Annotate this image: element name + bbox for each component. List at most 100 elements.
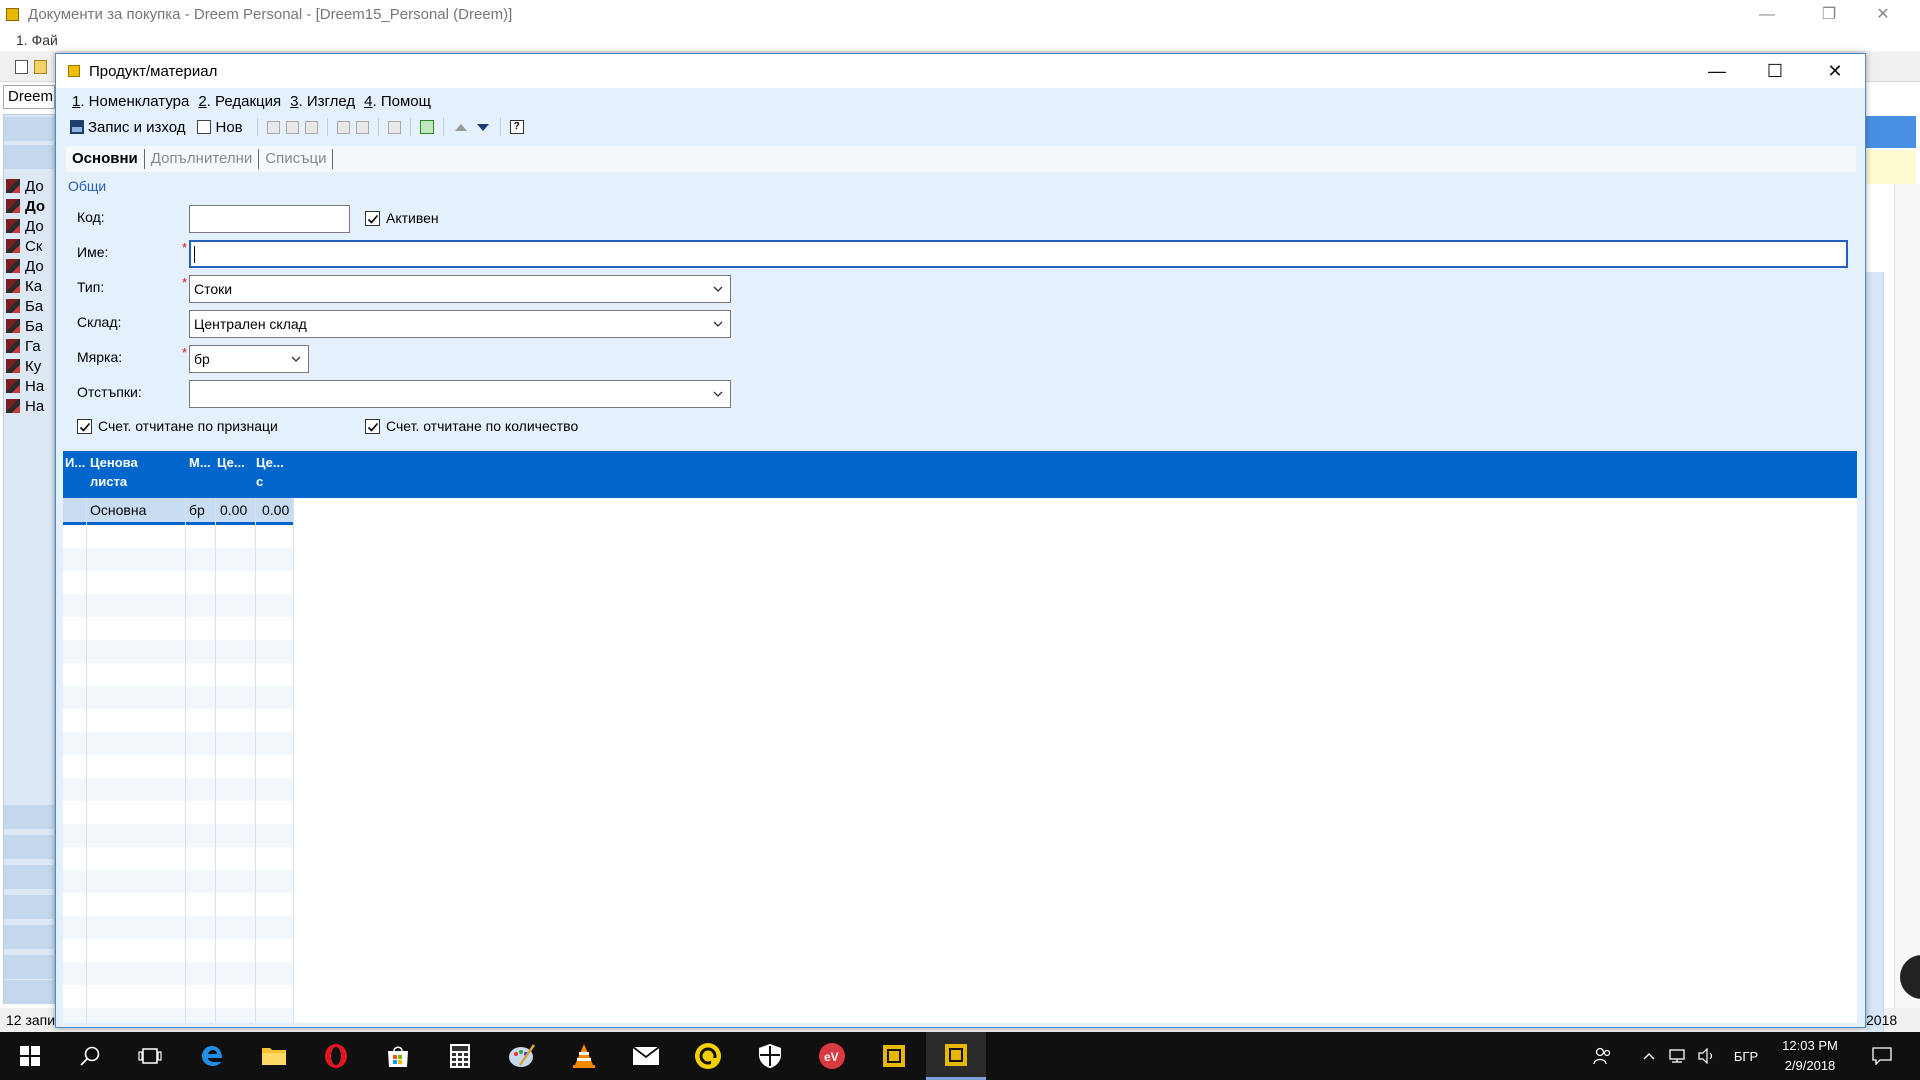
list-item[interactable]: На	[6, 396, 54, 416]
column-header-price-list[interactable]: Ценова листа	[90, 453, 160, 491]
background-window-title: Документи за покупка - Dreem Personal - …	[28, 6, 513, 23]
menu-help[interactable]: 4. Помощ	[364, 93, 431, 110]
tab-additional[interactable]: Допълнителни	[145, 149, 260, 169]
taskbar-app-yellow[interactable]	[678, 1032, 738, 1080]
bg-restore-button[interactable]: ❐	[1804, 2, 1854, 27]
list-item[interactable]: До	[6, 176, 54, 196]
save-and-exit-button[interactable]: Запис и изход	[66, 119, 185, 136]
cut-icon[interactable]	[266, 120, 280, 134]
start-button[interactable]	[0, 1032, 60, 1080]
minimize-button[interactable]: —	[1688, 54, 1746, 88]
new-button[interactable]: Нов	[193, 119, 243, 136]
code-field[interactable]	[189, 205, 350, 233]
maximize-button[interactable]: ☐	[1746, 54, 1804, 88]
list-item[interactable]: До	[6, 196, 54, 216]
list-item[interactable]: На	[6, 376, 54, 396]
taskbar-expressvpn[interactable]: eV	[802, 1032, 862, 1080]
product-material-dialog: Продукт/материал — ☐ ✕ 1. Номенклатура 2…	[55, 53, 1866, 1028]
table-row[interactable]: Основна бр 0.00 0.00	[63, 498, 293, 525]
paste-icon[interactable]	[304, 120, 318, 134]
taskbar-store[interactable]	[368, 1032, 428, 1080]
list-item[interactable]: Ка	[6, 276, 54, 296]
menu-view[interactable]: 3. Изглед	[290, 93, 355, 110]
column-header-price-vat[interactable]: Це... с	[256, 453, 291, 491]
list-item[interactable]: Ск	[6, 236, 54, 256]
action-center-button[interactable]	[1862, 1032, 1902, 1080]
taskbar-edge[interactable]	[182, 1032, 242, 1080]
print-icon[interactable]	[336, 120, 350, 134]
taskbar-opera[interactable]	[306, 1032, 366, 1080]
volume-button[interactable]	[1694, 1032, 1720, 1080]
column-header-unit[interactable]: М...	[189, 453, 217, 472]
people-icon	[1593, 1047, 1611, 1065]
document-type-icon	[6, 199, 20, 213]
search-button[interactable]	[60, 1032, 120, 1080]
list-item[interactable]: До	[6, 216, 54, 236]
taskbar-vlc[interactable]	[554, 1032, 614, 1080]
copy-icon[interactable]	[285, 120, 299, 134]
name-label: Име:	[77, 244, 109, 260]
list-item-label: Ку	[25, 357, 42, 375]
menu-edit[interactable]: 2. Редакция	[198, 93, 281, 110]
chevron-up-icon	[1643, 1053, 1655, 1060]
document-type-icon	[6, 379, 20, 393]
active-checkbox[interactable]: Активен	[365, 210, 439, 226]
dreem-app-icon	[945, 1043, 967, 1066]
input-language-button[interactable]: БГР	[1728, 1032, 1764, 1080]
bg-new-icon[interactable]	[15, 60, 28, 74]
taskbar-file-explorer[interactable]	[244, 1032, 304, 1080]
menu-nomenclature[interactable]: 1. Номенклатура	[72, 93, 189, 110]
svg-text:eV: eV	[824, 1050, 839, 1064]
bg-open-folder-icon[interactable]	[34, 60, 47, 74]
list-item[interactable]: Ба	[6, 316, 54, 336]
list-item[interactable]: Ку	[6, 356, 54, 376]
task-view-button[interactable]	[120, 1032, 180, 1080]
list-item[interactable]: До	[6, 256, 54, 276]
tab-strip: Основни Допълнителни Списъци	[66, 146, 1856, 172]
notification-icon	[1872, 1047, 1892, 1065]
clock-date: 2/9/2018	[1784, 1058, 1836, 1073]
discounts-select[interactable]	[189, 380, 731, 408]
help-icon[interactable]: ?	[509, 120, 524, 134]
list-item[interactable]: Ба	[6, 296, 54, 316]
taskbar-paint[interactable]	[492, 1032, 552, 1080]
taskbar-calculator[interactable]	[430, 1032, 490, 1080]
unit-select[interactable]: бр	[189, 345, 309, 373]
name-field[interactable]	[189, 240, 1848, 268]
bg-minimize-button[interactable]: —	[1742, 2, 1792, 27]
taskbar-dreem-1[interactable]	[864, 1032, 924, 1080]
tray-overflow-button[interactable]	[1638, 1032, 1660, 1080]
discounts-label: Отстъпки:	[77, 384, 142, 400]
accounting-by-quantity-checkbox[interactable]: Счет. отчитане по количество	[365, 418, 578, 434]
tab-basic[interactable]: Основни	[66, 149, 145, 169]
clock[interactable]: 12:03 PM 2/9/2018	[1770, 1036, 1850, 1076]
refresh-icon[interactable]	[419, 120, 434, 134]
shield-icon	[759, 1044, 781, 1068]
bg-close-button[interactable]: ✕	[1858, 2, 1908, 27]
chevron-down-icon	[713, 321, 723, 327]
name-required-marker: *	[182, 240, 188, 255]
network-button[interactable]	[1664, 1032, 1690, 1080]
previous-record-icon[interactable]	[454, 123, 467, 131]
bg-menu-file[interactable]: 1. Фай	[16, 32, 58, 48]
accounting-by-attributes-checkbox[interactable]: Счет. отчитане по признаци	[77, 418, 278, 434]
bg-scrollbar[interactable]	[1894, 184, 1920, 1008]
column-header-price[interactable]: Це...	[217, 453, 255, 472]
close-button[interactable]: ✕	[1806, 54, 1864, 88]
type-select[interactable]: Стоки	[189, 275, 731, 303]
print-preview-icon[interactable]	[355, 120, 369, 134]
taskbar-dreem-2-active[interactable]	[926, 1032, 986, 1080]
warehouse-select[interactable]: Централен склад	[189, 310, 731, 338]
next-record-icon[interactable]	[476, 123, 489, 131]
tab-lists[interactable]: Списъци	[259, 149, 334, 169]
people-button[interactable]	[1588, 1032, 1618, 1080]
taskbar-mail[interactable]	[616, 1032, 676, 1080]
background-database-combo[interactable]: Dreem	[3, 85, 55, 109]
column-header-id[interactable]: И...	[65, 453, 85, 472]
delete-icon[interactable]	[387, 120, 401, 134]
checkmark-icon	[77, 418, 92, 434]
list-item[interactable]: Га	[6, 336, 54, 356]
warehouse-label: Склад:	[77, 314, 122, 330]
background-menubar: 1. Фай	[0, 29, 1920, 51]
taskbar-security[interactable]	[740, 1032, 800, 1080]
